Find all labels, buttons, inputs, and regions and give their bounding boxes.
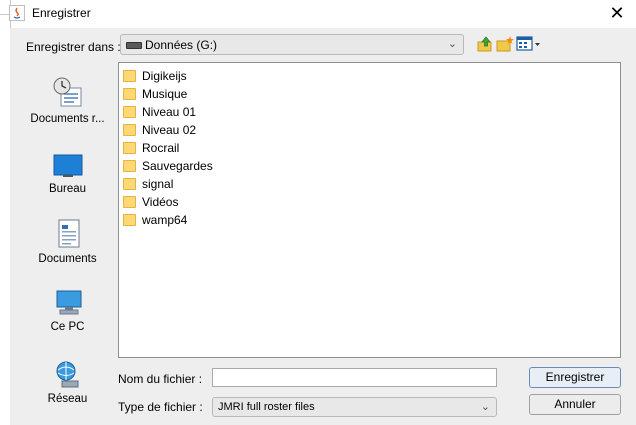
new-folder-button[interactable] [496,35,514,53]
save-in-dropdown[interactable]: Données (G:) ⌄ [120,34,464,55]
window-title: Enregistrer [32,6,91,20]
title-bar [0,0,636,28]
chevron-down-icon: ⌄ [447,38,457,50]
place-label: Ce PC [50,321,85,333]
folder-icon [123,70,136,82]
file-type-label: Type de fichier : [118,400,203,414]
folder-icon [123,178,136,190]
place-this-pc[interactable]: Ce PC [25,288,110,333]
recent-documents-icon [53,77,81,107]
network-icon [56,361,78,388]
place-label: Réseau [47,393,88,405]
folder-icon [123,88,136,100]
close-icon: ✕ [609,2,625,23]
file-type-value: JMRI full roster files [218,401,315,413]
file-type-dropdown[interactable]: JMRI full roster files ⌄ [212,397,497,417]
computer-icon [56,290,81,315]
up-folder-button[interactable] [476,35,494,53]
save-button[interactable]: Enregistrer [529,367,621,388]
drive-icon [126,42,142,49]
place-label: Bureau [48,183,87,195]
save-in-label: Enregistrer dans : [26,40,121,54]
places-sidebar: Documents r... Bureau Documents Ce PC Ré… [25,62,110,420]
list-item[interactable]: Rocrail [123,139,179,157]
list-item[interactable]: Niveau 02 [123,121,196,139]
file-list[interactable]: Digikeijs Musique Niveau 01 Niveau 02 Ro… [118,62,621,358]
chevron-down-icon: ⌄ [480,401,490,413]
place-documents[interactable]: Documents [25,218,110,265]
up-folder-icon [477,36,492,52]
new-folder-icon [496,36,514,52]
list-item[interactable]: wamp64 [123,211,187,229]
place-label: Documents r... [30,113,105,125]
folder-icon [123,142,136,154]
file-name-label: Nom du fichier : [118,372,203,386]
list-item[interactable]: Vidéos [123,193,178,211]
cancel-button[interactable]: Annuler [529,394,621,415]
list-item[interactable]: Sauvegardes [123,157,213,175]
java-icon [9,5,25,21]
list-item[interactable]: Musique [123,85,187,103]
file-name-input[interactable] [212,368,497,387]
folder-icon [123,160,136,172]
place-network[interactable]: Réseau [25,358,110,405]
folder-icon [123,214,136,226]
close-button[interactable]: ✕ [598,0,636,26]
save-in-value: Données (G:) [145,38,218,52]
folder-icon [123,196,136,208]
list-item[interactable]: Niveau 01 [123,103,196,121]
place-label: Documents [38,253,97,265]
desktop-icon [53,154,82,177]
place-recent-documents[interactable]: Documents r... [25,76,110,125]
documents-icon [58,219,79,248]
place-desktop[interactable]: Bureau [25,152,110,195]
view-menu-icon [516,36,540,51]
list-item[interactable]: Digikeijs [123,67,187,85]
folder-icon [123,124,136,136]
view-menu-button[interactable] [516,35,542,53]
list-item[interactable]: signal [123,175,173,193]
folder-icon [123,106,136,118]
